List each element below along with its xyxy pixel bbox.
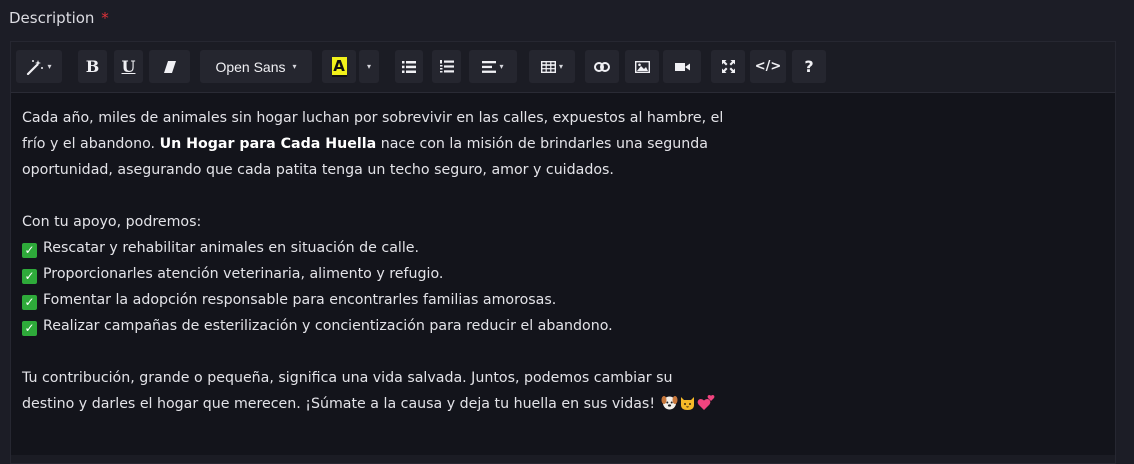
align-dropdown-button[interactable]: ▾ bbox=[469, 50, 517, 83]
cat-face-icon bbox=[679, 394, 696, 411]
link-icon bbox=[594, 61, 610, 72]
list-item-text: Realizar campañas de esterilización y co… bbox=[43, 318, 613, 334]
list-item: ✓ Rescatar y rehabilitar animales en situ… bbox=[22, 235, 1112, 261]
code-view-icon: </> bbox=[754, 59, 782, 74]
list-item: ✓ Fomentar la adopción responsable para e… bbox=[22, 287, 1112, 313]
paragraph-line: frío y el abandono. Un Hogar para Cada H… bbox=[22, 131, 1112, 157]
list-item: ✓ Realizar campañas de esterilización y c… bbox=[22, 313, 1112, 339]
chevron-down-icon: ▾ bbox=[499, 62, 504, 71]
style-button[interactable]: ▾ bbox=[16, 50, 62, 83]
numbered-list-icon bbox=[439, 60, 454, 73]
bold-title: Un Hogar para Cada Huella bbox=[159, 136, 377, 152]
editor-toolbar: ▾ B U Open Sans ▾ A ▾ ▾ ▾ </> ? bbox=[11, 42, 1115, 93]
help-button[interactable]: ? bbox=[792, 50, 826, 83]
list-item-text: Rescatar y rehabilitar animales en situa… bbox=[43, 240, 420, 256]
editor-resize-bar[interactable] bbox=[11, 455, 1115, 463]
align-icon bbox=[482, 60, 497, 73]
underline-icon: U bbox=[121, 57, 136, 76]
paragraph-line: destino y darles el hogar que merecen. ¡… bbox=[22, 391, 1112, 417]
field-label: Description * bbox=[9, 9, 109, 27]
text-color-button[interactable]: A bbox=[322, 50, 356, 83]
editor-content[interactable]: Cada año, miles de animales sin hogar lu… bbox=[22, 105, 1112, 417]
two-hearts-icon bbox=[697, 394, 714, 411]
check-mark-icon: ✓ bbox=[22, 269, 37, 284]
insert-video-button[interactable] bbox=[663, 50, 701, 83]
table-icon bbox=[540, 60, 556, 73]
check-mark-icon: ✓ bbox=[22, 321, 37, 336]
field-label-text: Description bbox=[9, 9, 95, 27]
clear-format-button[interactable] bbox=[149, 50, 190, 83]
chevron-down-icon: ▾ bbox=[292, 62, 297, 71]
font-family-label: Open Sans bbox=[215, 58, 286, 75]
paragraph-line: Cada año, miles de animales sin hogar lu… bbox=[22, 110, 724, 126]
paragraph-line: Tu contribución, grande o pequeña, signi… bbox=[22, 370, 673, 386]
check-mark-icon: ✓ bbox=[22, 295, 37, 310]
dog-face-icon bbox=[661, 394, 678, 411]
underline-button[interactable]: U bbox=[114, 50, 143, 83]
bold-icon: B bbox=[85, 57, 100, 76]
bullet-list-icon bbox=[402, 60, 416, 73]
bold-button[interactable]: B bbox=[78, 50, 107, 83]
chevron-down-icon: ▾ bbox=[558, 62, 563, 71]
table-dropdown-button[interactable]: ▾ bbox=[529, 50, 575, 83]
text-color-icon: A bbox=[331, 56, 347, 77]
eraser-icon bbox=[163, 60, 177, 73]
text-run: destino y darles el hogar que merecen. ¡… bbox=[22, 396, 656, 412]
check-mark-icon: ✓ bbox=[22, 243, 37, 258]
fullscreen-button[interactable] bbox=[711, 50, 745, 83]
chevron-down-icon: ▾ bbox=[47, 62, 52, 71]
bullet-list-button[interactable] bbox=[395, 50, 423, 83]
color-dropdown-button[interactable]: ▾ bbox=[359, 50, 379, 83]
fullscreen-icon bbox=[721, 60, 735, 73]
picture-icon bbox=[634, 60, 650, 73]
video-icon bbox=[674, 62, 690, 72]
font-family-dropdown[interactable]: Open Sans ▾ bbox=[200, 50, 312, 83]
magic-wand-icon bbox=[26, 59, 44, 75]
numbered-list-button[interactable] bbox=[432, 50, 461, 83]
list-item-text: Proporcionarles atención veterinaria, al… bbox=[43, 266, 444, 282]
chevron-down-icon: ▾ bbox=[366, 62, 371, 71]
insert-link-button[interactable] bbox=[585, 50, 619, 83]
required-mark: * bbox=[101, 9, 109, 27]
list-item: ✓ Proporcionarles atención veterinaria, a… bbox=[22, 261, 1112, 287]
text-run: nace con la misión de brindarles una seg… bbox=[376, 136, 708, 152]
list-item-text: Fomentar la adopción responsable para en… bbox=[43, 292, 557, 308]
rich-text-editor[interactable]: ▾ B U Open Sans ▾ A ▾ ▾ ▾ </> ? Cada año… bbox=[10, 41, 1116, 464]
text-run: frío y el abandono. bbox=[22, 136, 160, 152]
code-view-button[interactable]: </> bbox=[750, 50, 786, 83]
help-icon: ? bbox=[804, 57, 814, 76]
paragraph-line: oportunidad, asegurando que cada patita … bbox=[22, 162, 614, 178]
insert-picture-button[interactable] bbox=[625, 50, 659, 83]
paragraph-line: Con tu apoyo, podremos: bbox=[22, 214, 202, 230]
